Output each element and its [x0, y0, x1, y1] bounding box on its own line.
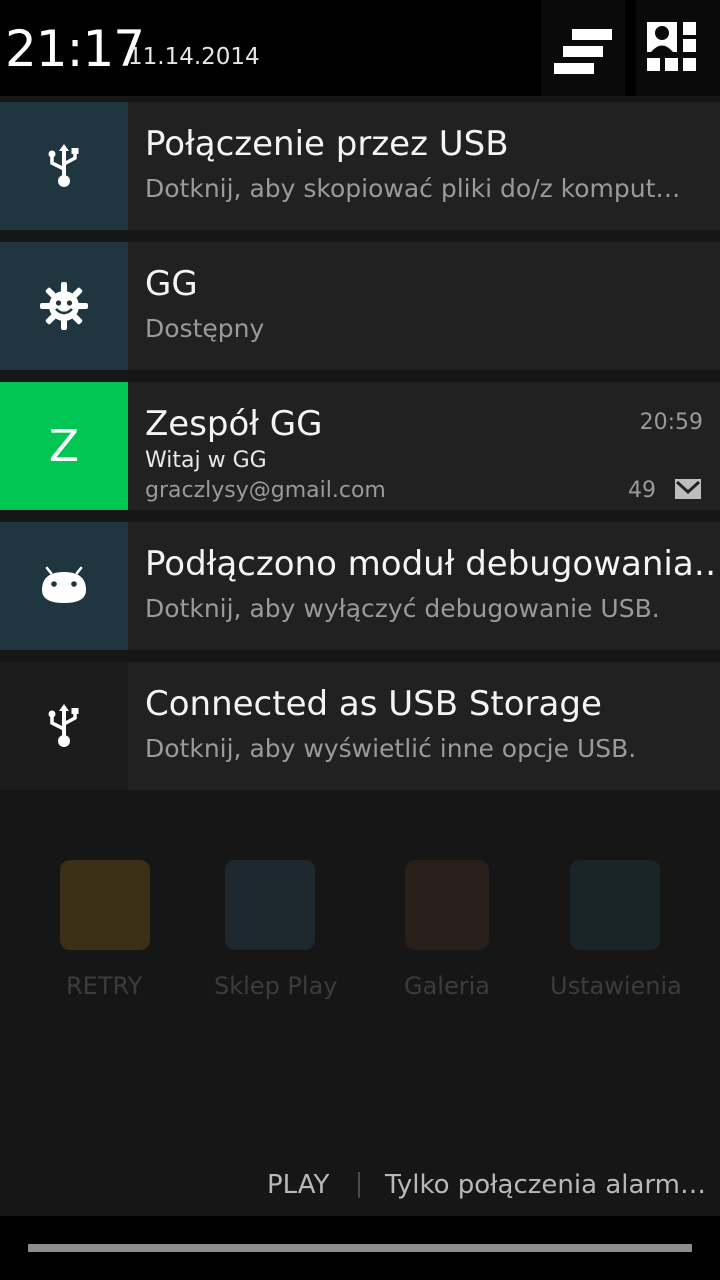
quick-settings-icon: [647, 22, 696, 71]
retry-app-icon: [60, 860, 150, 950]
notification-time: 20:59: [639, 410, 703, 435]
unread-count: 49: [628, 478, 656, 503]
notification-title: Podłączono moduł debugowania…: [145, 544, 720, 584]
shade-drag-handle[interactable]: [28, 1244, 692, 1252]
home-app-label: RETRY: [66, 972, 143, 1000]
notification-icon-box: [0, 522, 128, 650]
notification-usb-connection[interactable]: Połączenie przez USB Dotknij, aby skopio…: [0, 102, 720, 230]
notification-title: Connected as USB Storage: [145, 684, 602, 724]
settings-app-icon: [570, 860, 660, 950]
notification-subtitle: Witaj w GG: [145, 448, 267, 473]
notification-title: Połączenie przez USB: [145, 124, 509, 164]
notification-usb-debugging[interactable]: Podłączono moduł debugowania… Dotknij, a…: [0, 522, 720, 650]
notification-text: Dostępny: [145, 314, 265, 343]
notification-gg-status[interactable]: GG Dostępny: [0, 242, 720, 370]
notification-title: GG: [145, 264, 198, 304]
android-icon: [42, 566, 86, 603]
clock: 21:17: [5, 20, 145, 78]
avatar-letter: Z: [48, 420, 80, 472]
carrier-label-sim1: PLAY: [267, 1170, 330, 1200]
clear-all-icon: [554, 29, 612, 74]
usb-icon: [48, 704, 79, 747]
notification-title: Zespół GG: [145, 404, 323, 444]
notification-icon-box: [0, 242, 128, 370]
gg-sun-icon: [40, 282, 88, 330]
usb-icon: [48, 144, 79, 187]
clear-all-button[interactable]: [541, 0, 625, 96]
mail-icon: [675, 479, 701, 499]
notification-text: Dotknij, aby wyświetlić inne opcje USB.: [145, 734, 637, 763]
notification-icon-box: [0, 662, 128, 790]
carrier-label-sim2: Tylko połączenia alarm…: [385, 1170, 706, 1200]
notification-account: graczlysy@gmail.com: [145, 478, 386, 503]
notification-shade-header: 21:17 11.14.2014: [0, 0, 720, 96]
home-app-label: Ustawienia: [550, 972, 682, 1000]
carrier-separator: [358, 1172, 360, 1198]
notification-text: Dotknij, aby wyłączyć debugowanie USB.: [145, 594, 660, 623]
home-app-label: Sklep Play: [214, 972, 338, 1000]
sender-avatar: Z: [0, 382, 128, 510]
gallery-app-icon: [405, 860, 489, 950]
home-app-label: Galeria: [404, 972, 490, 1000]
date: 11.14.2014: [128, 44, 260, 70]
notification-gg-email[interactable]: Z Zespół GG 20:59 Witaj w GG graczlysy@g…: [0, 382, 720, 510]
play-store-app-icon: [225, 860, 315, 950]
notification-icon-box: [0, 102, 128, 230]
notification-text: Dotknij, aby skopiować pliki do/z komput…: [145, 174, 681, 203]
notification-usb-storage[interactable]: Connected as USB Storage Dotknij, aby wy…: [0, 662, 720, 790]
quick-settings-button[interactable]: [636, 0, 720, 96]
